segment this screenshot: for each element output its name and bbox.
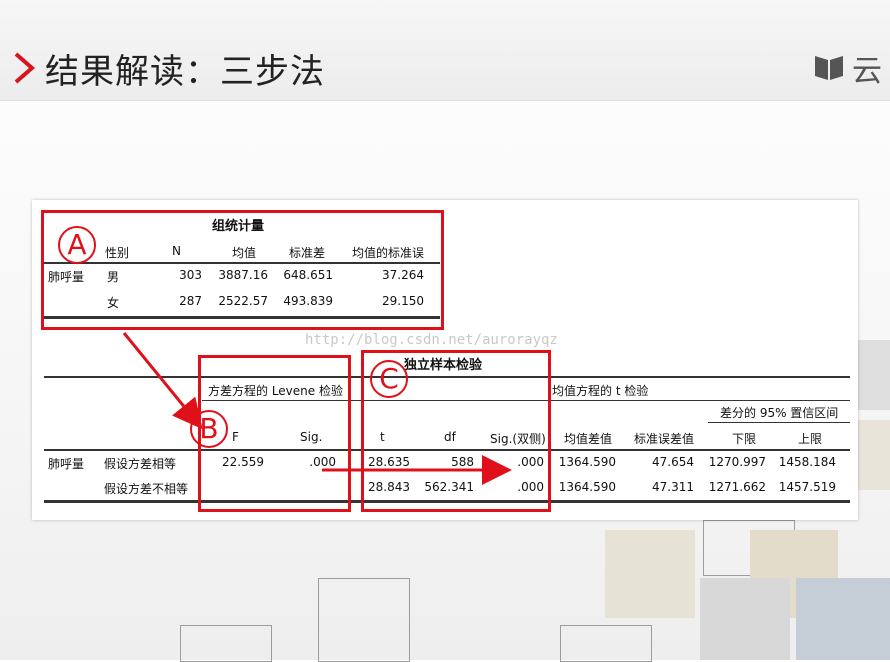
col-header-mean-diff: 均值差值 [564, 432, 613, 446]
decor-square [796, 578, 890, 660]
col-header-lower: 下限 [732, 432, 757, 446]
table-rule [708, 422, 850, 423]
decor-square [700, 578, 790, 660]
slide-header: 结果解读：三步法 云 [0, 0, 890, 101]
chevron-right-icon [14, 52, 36, 84]
slide-title: 结果解读：三步法 [45, 52, 325, 92]
decor-square [605, 530, 695, 618]
table-cell: 1457.519 [778, 480, 836, 494]
table-cell: 1271.662 [708, 480, 766, 494]
marker-c: C [370, 360, 408, 398]
col-header-se-diff: 标准误差值 [634, 432, 695, 446]
table-cell: 1364.590 [558, 455, 616, 469]
highlight-box-a [41, 210, 444, 330]
watermark-text: http://blog.csdn.net/aurorayqz [305, 332, 558, 348]
ci-header: 差分的 95% 置信区间 [720, 406, 839, 420]
table-cell: 1364.590 [558, 480, 616, 494]
table-cell: 47.311 [652, 480, 694, 494]
marker-a: A [58, 226, 96, 264]
ttest-header: 均值方程的 t 检验 [552, 384, 649, 398]
table-cell: 假设方差不相等 [104, 482, 189, 496]
decor-square [855, 340, 890, 410]
table-cell: 假设方差相等 [104, 457, 177, 471]
decor-square [855, 420, 890, 490]
decor-outline-box [318, 578, 410, 662]
marker-b: B [190, 410, 228, 448]
decor-outline-box [180, 625, 272, 662]
book-logo-icon [815, 56, 843, 80]
decor-outline-box [560, 625, 652, 662]
ttest-row-label: 肺呼量 [48, 457, 85, 471]
slide-background: 结果解读：三步法 云 组统计量 性别 N 均值 标准差 均值的标准误 肺呼量 男… [0, 0, 890, 662]
logo-text: 云 [852, 54, 882, 89]
table-cell: 1458.184 [778, 455, 836, 469]
col-header-upper: 上限 [798, 432, 823, 446]
table-cell: 1270.997 [708, 455, 766, 469]
table-cell: 47.654 [652, 455, 694, 469]
